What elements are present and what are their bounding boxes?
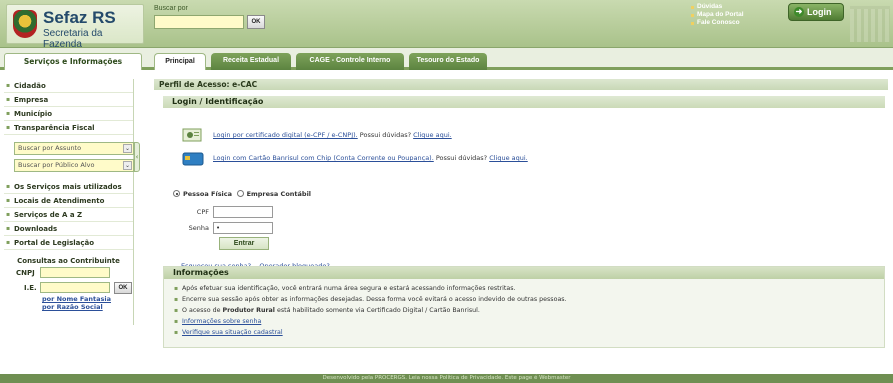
- select-assunto-value: Buscar por Assunto: [18, 144, 82, 152]
- consultas-title: Consultas ao Contribuinte: [17, 257, 120, 265]
- top-link-duvidas[interactable]: Dúvidas: [690, 3, 744, 11]
- chevron-down-icon: ⌄: [123, 144, 132, 153]
- info-item-produtor-pre: O acesso de: [182, 307, 223, 314]
- header: Sefaz RS Secretaria da Fazenda Buscar po…: [0, 0, 893, 50]
- sefaz-logo[interactable]: Sefaz RS Secretaria da Fazenda: [6, 4, 144, 50]
- sidebar-collapse-handle[interactable]: ‹: [134, 142, 140, 172]
- coat-of-arms-icon: [13, 10, 37, 38]
- sidebar-item-empresa[interactable]: Empresa: [4, 93, 133, 107]
- ie-input[interactable]: [40, 282, 110, 293]
- ie-row: I.E. OK: [4, 282, 133, 295]
- banrisul-question: Possui dúvidas?: [433, 154, 490, 162]
- banrisul-help-link[interactable]: Clique aqui.: [489, 154, 528, 162]
- entrar-button[interactable]: Entrar: [219, 237, 269, 250]
- tab-tesouro[interactable]: Tesouro do Estado: [409, 53, 487, 70]
- cert-digital-help-link[interactable]: Clique aqui.: [413, 131, 452, 139]
- razao-social-link[interactable]: por Razão Social: [4, 303, 133, 311]
- info-item-produtor-bold: Produtor Rural: [222, 307, 275, 314]
- radio-pessoa-fisica-label: Pessoa Física: [183, 190, 233, 198]
- info-senha-link[interactable]: Informações sobre senha: [182, 318, 261, 325]
- senha-label: Senha: [188, 224, 209, 232]
- top-link-mapa[interactable]: Mapa do Portal: [690, 11, 744, 19]
- cnpj-label: CNPJ: [16, 269, 35, 277]
- sidebar-item-transparencia[interactable]: Transparência Fiscal: [4, 121, 133, 135]
- login-heading: Login / Identificação: [163, 96, 885, 108]
- search-label: Buscar por: [154, 5, 188, 12]
- sidebar-item-servicos-utilizados[interactable]: Os Serviços mais utilizados: [4, 180, 133, 194]
- login-label: Login: [807, 7, 832, 17]
- tab-bar: Serviços e Informações Principal Receita…: [0, 48, 893, 70]
- logo-subtitle: Secretaria da Fazenda: [43, 28, 103, 50]
- cert-digital-question: Possui dúvidas?: [357, 131, 414, 139]
- sidebar-item-locais[interactable]: Locais de Atendimento: [4, 194, 133, 208]
- cert-digital-link[interactable]: Login por certificado digital (e-CPF / e…: [213, 131, 358, 139]
- chevron-down-icon: ⌄: [123, 161, 132, 170]
- sidebar-item-legislacao[interactable]: Portal de Legislação: [4, 236, 133, 250]
- sidebar-item-cidadao[interactable]: Cidadão: [4, 79, 133, 93]
- select-publico-value: Buscar por Público Alvo: [18, 161, 95, 169]
- info-link-item: Informações sobre senha: [174, 316, 884, 327]
- cpf-input[interactable]: [213, 206, 273, 218]
- certificate-icon: [182, 128, 202, 142]
- banrisul-link[interactable]: Login com Cartão Banrisul com Chip (Cont…: [213, 154, 434, 162]
- tab-receita-estadual[interactable]: Receita Estadual: [211, 53, 291, 70]
- situacao-cadastral-link[interactable]: Verifique sua situação cadastral: [182, 329, 283, 336]
- top-links: Dúvidas Mapa do Portal Fale Conosco: [690, 3, 744, 27]
- info-heading: Informações: [164, 267, 884, 279]
- cpf-label: CPF: [196, 208, 209, 216]
- cnpj-input[interactable]: [40, 267, 110, 278]
- info-link-item: Verifique sua situação cadastral: [174, 327, 884, 338]
- info-item-produtor: O acesso de Produtor Rural está habilita…: [174, 305, 884, 316]
- senha-input[interactable]: •: [213, 222, 273, 234]
- info-item-produtor-post: está habilitado somente via Certificado …: [274, 307, 480, 314]
- footer: Desenvolvido pela PROCERGS. Leia nossa P…: [0, 374, 893, 383]
- search-ok-button[interactable]: OK: [247, 15, 265, 29]
- logo-title: Sefaz RS: [43, 8, 116, 27]
- radio-pessoa-fisica[interactable]: [173, 190, 180, 197]
- info-item: Encerre sua sessão após obter as informa…: [174, 294, 884, 305]
- sidebar-item-downloads[interactable]: Downloads: [4, 222, 133, 236]
- sidebar-item-municipio[interactable]: Município: [4, 107, 133, 121]
- building-image: [850, 6, 890, 42]
- tab-servicos-informacoes[interactable]: Serviços e Informações: [4, 53, 142, 70]
- info-list: Após efetuar sua identificação, você ent…: [164, 279, 884, 338]
- nome-fantasia-link[interactable]: por Nome Fantasia: [4, 295, 133, 303]
- tab-principal[interactable]: Principal: [154, 53, 206, 70]
- main-content: Perfil de Acesso: e-CAC Login / Identifi…: [154, 79, 888, 359]
- select-publico[interactable]: Buscar por Público Alvo ⌄: [14, 159, 134, 172]
- sidebar-item-servicos-az[interactable]: Serviços de A a Z: [4, 208, 133, 222]
- top-link-fale-conosco[interactable]: Fale Conosco: [690, 19, 744, 27]
- profile-bar: Perfil de Acesso: e-CAC: [154, 79, 888, 90]
- ie-label: I.E.: [24, 284, 37, 292]
- select-assunto[interactable]: Buscar por Assunto ⌄: [14, 142, 134, 155]
- arrow-right-icon: ➜: [794, 7, 804, 17]
- info-item: Após efetuar sua identificação, você ent…: [174, 283, 884, 294]
- sidebar: Cidadão Empresa Município Transparência …: [4, 79, 140, 325]
- tab-cage[interactable]: CAGE - Controle Interno: [296, 53, 404, 70]
- radio-empresa-contabil[interactable]: [236, 190, 244, 197]
- info-panel: Informações Após efetuar sua identificaç…: [163, 266, 885, 348]
- login-panel: Login / Identificação Login por certific…: [163, 96, 885, 270]
- card-icon: [182, 152, 204, 166]
- search-input[interactable]: [154, 15, 244, 29]
- footer-text: Desenvolvido pela PROCERGS. Leia nossa P…: [322, 375, 571, 381]
- consult-ok-button[interactable]: OK: [114, 282, 132, 294]
- radio-empresa-contabil-label: Empresa Contábil: [246, 190, 312, 198]
- person-type-row: Pessoa Física Empresa Contábil: [173, 190, 311, 198]
- login-button[interactable]: ➜ Login: [788, 3, 844, 21]
- cnpj-row: CNPJ: [4, 267, 133, 280]
